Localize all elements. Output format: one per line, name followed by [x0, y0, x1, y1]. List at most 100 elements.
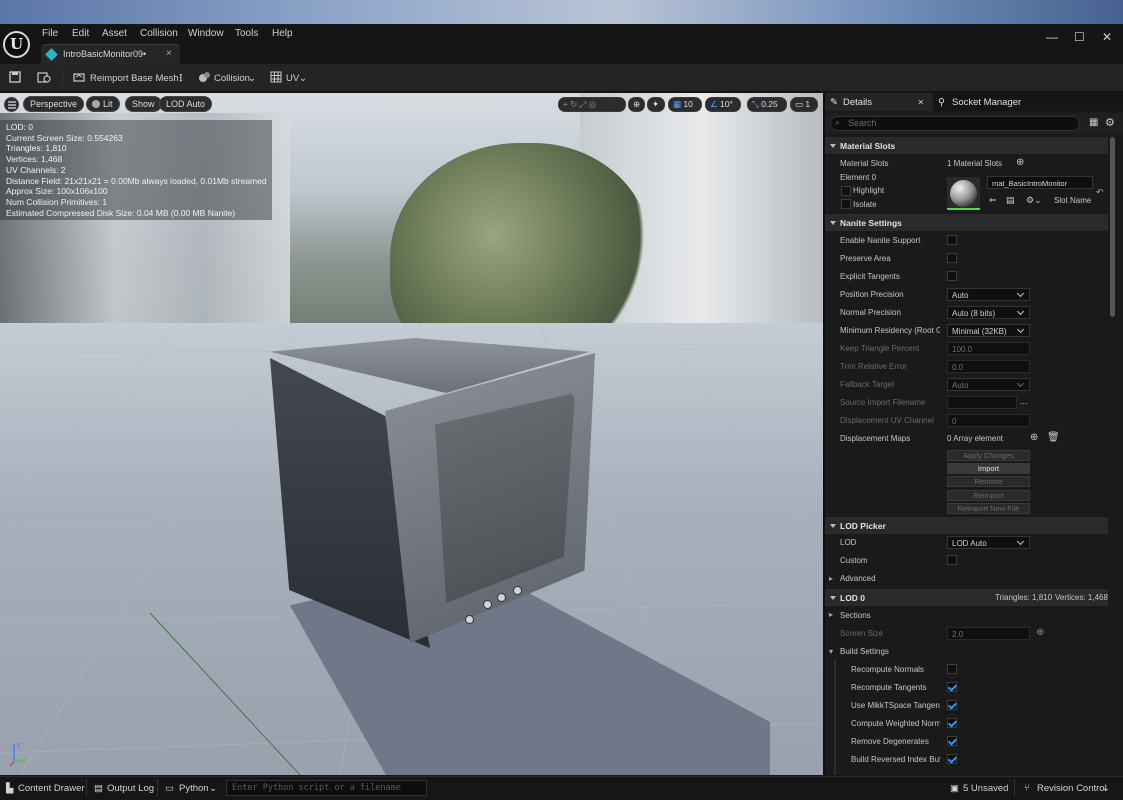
- reimport-button[interactable]: Reimport: [947, 490, 1030, 501]
- section-lod-picker[interactable]: LOD Picker: [825, 517, 1108, 534]
- document-tab[interactable]: IntroBasicMonitor09• ×: [41, 44, 180, 64]
- unsaved-button[interactable]: 5 Unsaved: [963, 783, 1008, 794]
- advanced-row[interactable]: Advanced: [840, 574, 940, 583]
- menu-window[interactable]: Window: [188, 28, 224, 39]
- chevron-down-icon: ⌄: [209, 783, 217, 794]
- reversed-index-checkbox[interactable]: [947, 754, 957, 764]
- weighted-normals-checkbox[interactable]: [947, 718, 957, 728]
- status-separator: [86, 779, 87, 797]
- add-slot-icon[interactable]: ⊕: [1016, 157, 1024, 168]
- source-import-field[interactable]: [947, 396, 1017, 409]
- lod-auto-button[interactable]: LOD Auto: [159, 96, 213, 112]
- fallback-target-select[interactable]: Auto: [947, 378, 1030, 391]
- details-scrollbar-thumb[interactable]: [1110, 137, 1115, 317]
- position-precision-select[interactable]: Auto: [947, 288, 1030, 301]
- world-local-icon[interactable]: ✦: [647, 97, 665, 112]
- material-name-field[interactable]: mat_BasicIntroMonitor: [987, 176, 1093, 189]
- preserve-area-checkbox[interactable]: [947, 253, 957, 263]
- menu-collision[interactable]: Collision: [140, 28, 178, 39]
- settings-gear-icon[interactable]: ⚙: [1105, 116, 1115, 129]
- import-button[interactable]: Import: [947, 463, 1030, 474]
- material-thumbnail[interactable]: [947, 177, 980, 210]
- recompute-tangents-checkbox[interactable]: [947, 682, 957, 692]
- grid-snap-button[interactable]: ▦ 10: [668, 97, 702, 112]
- section-material-slots[interactable]: Material Slots: [825, 137, 1108, 154]
- highlight-checkbox[interactable]: [841, 186, 851, 196]
- menu-asset[interactable]: Asset: [102, 28, 127, 39]
- python-console-select[interactable]: Python: [179, 783, 209, 794]
- lod0-triangles: Triangles: 1,810: [995, 593, 1053, 602]
- details-tab-icon: ✎: [830, 97, 838, 108]
- tv-monitor-mesh[interactable]: [265, 338, 595, 648]
- explicit-tangents-checkbox[interactable]: [947, 271, 957, 281]
- lit-button[interactable]: Lit: [86, 96, 120, 112]
- details-tab[interactable]: [825, 93, 933, 111]
- transform-tools[interactable]: ⌖ ↻ ⤢ ◎: [558, 97, 626, 112]
- maximize-button[interactable]: ☐: [1074, 30, 1085, 44]
- menu-tools[interactable]: Tools: [235, 28, 258, 39]
- lod-select[interactable]: LOD Auto: [947, 536, 1030, 549]
- python-input-placeholder: Enter Python script or a filename: [232, 783, 401, 793]
- perspective-button[interactable]: Perspective: [23, 96, 85, 112]
- custom-checkbox[interactable]: [947, 555, 957, 565]
- close-details-icon[interactable]: ×: [918, 97, 924, 108]
- reset-arrow-icon[interactable]: ↶: [1096, 187, 1104, 198]
- screen-size-field[interactable]: 2.0: [947, 627, 1030, 640]
- angle-snap-button[interactable]: ∠ 10°: [705, 97, 741, 112]
- browse-material-icon[interactable]: ▤: [1006, 195, 1015, 206]
- use-selected-icon[interactable]: ⇐: [989, 195, 997, 206]
- section-nanite-settings[interactable]: Nanite Settings: [825, 214, 1108, 231]
- highlight-label: Highlight: [853, 186, 885, 195]
- delete-trash-icon[interactable]: 🗑: [1047, 432, 1060, 443]
- normal-precision-select[interactable]: Auto (8 bits): [947, 306, 1030, 319]
- output-log-button[interactable]: Output Log: [107, 783, 154, 794]
- trim-error-label: Trim Relative Error: [840, 362, 907, 371]
- surface-snap-icon[interactable]: ⊕: [628, 97, 645, 112]
- browse-file-button[interactable]: ...: [1020, 396, 1028, 406]
- camera-speed-button[interactable]: ▭ 1: [790, 97, 818, 112]
- add-element-icon[interactable]: ⊕: [1030, 432, 1038, 443]
- status-separator: [1014, 779, 1015, 797]
- show-button[interactable]: Show: [125, 96, 162, 112]
- remove-button[interactable]: Remove: [947, 476, 1030, 487]
- trim-error-field[interactable]: 0.0: [947, 360, 1030, 373]
- apply-changes-button[interactable]: Apply Changes: [947, 450, 1030, 461]
- uv-dropdown[interactable]: UV: [286, 73, 299, 84]
- menu-file[interactable]: File: [42, 28, 58, 39]
- menu-edit[interactable]: Edit: [72, 28, 89, 39]
- tv-knob: [483, 600, 492, 609]
- chevron-right-icon: ▸: [829, 610, 834, 619]
- minimize-button[interactable]: —: [1046, 30, 1058, 44]
- socket-manager-tab[interactable]: Socket Manager: [952, 97, 1021, 108]
- close-tab-icon[interactable]: ×: [166, 48, 172, 59]
- mikktspace-checkbox[interactable]: [947, 700, 957, 710]
- recompute-normals-checkbox[interactable]: [947, 664, 957, 674]
- angle-snap-value: 10°: [720, 99, 733, 109]
- reimport-new-file-button[interactable]: Reimport New File: [947, 503, 1030, 514]
- table-view-icon[interactable]: ▦: [1089, 117, 1098, 128]
- reimport-base-mesh-button[interactable]: Reimport Base Mesh: [90, 73, 179, 84]
- viewport-menu-button[interactable]: [4, 97, 19, 112]
- enable-nanite-checkbox[interactable]: [947, 235, 957, 245]
- scale-snap-button[interactable]: ⤡ 0.25: [747, 97, 787, 112]
- close-window-button[interactable]: ✕: [1102, 30, 1112, 44]
- unreal-logo-icon[interactable]: U: [3, 31, 30, 58]
- lod0-vertices: Vertices: 1,468: [1055, 593, 1108, 602]
- remove-degenerates-checkbox[interactable]: [947, 736, 957, 746]
- more-options-icon[interactable]: ⋮: [176, 73, 186, 84]
- isolate-checkbox[interactable]: [841, 199, 851, 209]
- collision-dropdown[interactable]: Collision: [214, 73, 250, 84]
- save-icon[interactable]: [9, 71, 21, 83]
- revision-control-button[interactable]: Revision Control: [1037, 783, 1107, 794]
- keep-triangle-field[interactable]: 100.0: [947, 342, 1030, 355]
- min-residency-select[interactable]: Minimal (32KB): [947, 324, 1030, 337]
- preserve-area-label: Preserve Area: [840, 254, 891, 263]
- material-options-icon[interactable]: ⚙⌄: [1026, 195, 1042, 206]
- add-screen-size-icon[interactable]: ⊕: [1036, 627, 1044, 638]
- build-settings-header[interactable]: Build Settings: [840, 647, 940, 656]
- content-drawer-button[interactable]: Content Drawer: [18, 783, 85, 794]
- displacement-uv-field[interactable]: 0: [947, 414, 1030, 427]
- browse-asset-icon[interactable]: [37, 71, 51, 83]
- sections-row[interactable]: Sections: [840, 611, 940, 620]
- menu-help[interactable]: Help: [272, 28, 293, 39]
